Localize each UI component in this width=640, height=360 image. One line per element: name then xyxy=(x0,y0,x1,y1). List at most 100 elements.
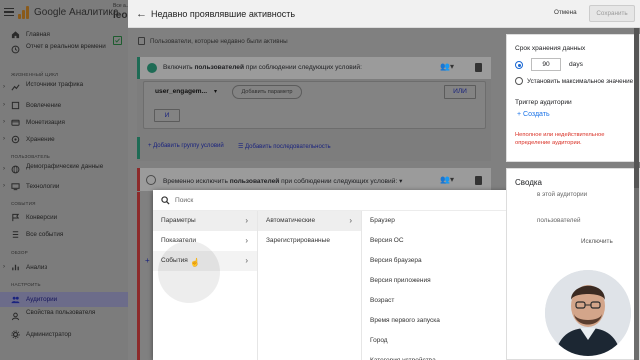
retention-max-label[interactable]: Установить максимальное значение xyxy=(527,78,633,85)
sidebar-item-all-events[interactable]: Все события xyxy=(0,230,128,240)
sidebar-item-label: Аудитории xyxy=(26,296,58,303)
sidebar-item-label: Свойства пользователя xyxy=(26,309,96,316)
include-bold: пользователей xyxy=(194,64,245,71)
sidebar-item-conversions[interactable]: Конверсии xyxy=(0,213,128,223)
sidebar-item-label: Хранение xyxy=(26,136,55,143)
retention-max-radio[interactable] xyxy=(515,77,523,85)
clock-icon xyxy=(11,45,20,54)
summary-line-3: Исключить xyxy=(581,238,613,245)
audience-settings-panel: Срок хранения данных 90 days Установить … xyxy=(506,34,640,162)
menu-item-label: Параметры xyxy=(161,217,196,224)
events-icon xyxy=(11,230,20,239)
sidebar-item-user-properties[interactable]: Свойства пользователя xyxy=(0,309,128,325)
chevron-right-icon: › xyxy=(3,119,5,125)
audience-description: Пользователи, которые недавно были актив… xyxy=(137,34,501,50)
chevron-down-icon[interactable]: ▾ xyxy=(399,178,402,185)
menu-icon[interactable] xyxy=(4,8,14,16)
search-icon xyxy=(161,196,170,205)
tech-icon xyxy=(11,182,20,191)
add-icon[interactable]: + xyxy=(145,256,150,265)
menu-column-types: Автоматические › Зарегистрированные xyxy=(258,211,362,360)
menu-item-registered[interactable]: Зарегистрированные xyxy=(258,231,361,251)
home-icon xyxy=(11,30,20,39)
delete-icon[interactable] xyxy=(475,63,482,72)
search-input[interactable]: Поиск xyxy=(175,197,193,204)
account-name[interactable]: leo xyxy=(113,10,127,21)
and-button[interactable]: И xyxy=(154,109,180,122)
menu-item-label: Возраст xyxy=(370,297,395,304)
retention-days-radio[interactable] xyxy=(515,61,523,69)
back-arrow-icon[interactable]: ← xyxy=(136,8,147,20)
cursor-hand-icon: ☝ xyxy=(190,258,200,267)
section-lifecycle: ЖИЗНЕННЫЙ ЦИКЛ xyxy=(11,72,59,77)
click-ripple xyxy=(158,241,220,303)
check-icon[interactable] xyxy=(113,36,122,45)
add-sequence-label: Добавить последовательность xyxy=(245,144,331,150)
sidebar-item-label: Демографические данные xyxy=(26,163,104,170)
sidebar-item-label: Конверсии xyxy=(26,214,58,221)
sidebar-item-engagement[interactable]: › Вовлечение xyxy=(0,101,128,111)
retention-label: Срок хранения данных xyxy=(515,45,586,52)
menu-item-label: Автоматические xyxy=(266,217,316,224)
event-chip[interactable]: user_engagem... xyxy=(155,88,207,95)
scrollbar-thumb[interactable] xyxy=(634,28,639,188)
exclude-condition-card: Временно исключить пользователей при соб… xyxy=(137,168,491,191)
sidebar-item-tech[interactable]: › Технологии xyxy=(0,182,128,192)
retention-icon xyxy=(11,135,20,144)
or-button[interactable]: ИЛИ xyxy=(444,85,476,99)
exclude-bar xyxy=(137,192,140,360)
exclude-condition-text: Временно исключить пользователей при соб… xyxy=(163,177,402,185)
save-button[interactable]: Сохранить xyxy=(589,5,635,22)
sidebar-item-acquisition[interactable]: › Источники трафика xyxy=(0,81,128,97)
page-scrollbar[interactable] xyxy=(634,28,639,360)
create-trigger-label: Создать xyxy=(523,111,550,118)
menu-item-label: Категория устройства xyxy=(370,351,436,360)
document-icon xyxy=(138,37,145,45)
menu-item-label: Зарегистрированные xyxy=(266,237,330,244)
sidebar-item-retention[interactable]: › Хранение xyxy=(0,135,128,145)
audience-description-text[interactable]: Пользователи, которые недавно были актив… xyxy=(150,38,288,45)
delete-icon[interactable] xyxy=(475,176,482,185)
chevron-right-icon: › xyxy=(245,216,248,225)
include-condition-card: Включить пользователей при соблюдении сл… xyxy=(137,57,491,161)
chevron-right-icon: › xyxy=(3,84,5,90)
exclude-status-icon xyxy=(146,175,156,185)
menu-search-bar[interactable]: Поиск × xyxy=(153,190,551,211)
menu-item-label: Версия браузера xyxy=(370,257,422,264)
exclude-bold: пользователей xyxy=(229,178,280,185)
people-icon[interactable]: 👥▾ xyxy=(440,62,454,71)
add-group-button[interactable]: + Добавить группу условий xyxy=(148,143,224,149)
sidebar-item-audiences[interactable]: Аудитории xyxy=(0,292,128,307)
sidebar-item-label: Анализ xyxy=(26,264,48,271)
menu-column-categories: Параметры › Показатели › События › ☝ xyxy=(153,211,258,360)
sidebar-item-label: Монетизация xyxy=(26,119,65,126)
sidebar-item-monetization[interactable]: › Монетизация xyxy=(0,118,128,128)
flag-icon xyxy=(11,213,20,222)
summary-title: Сводка xyxy=(515,178,543,187)
presenter-image xyxy=(545,270,631,356)
sidebar-item-realtime[interactable]: Отчет в реальном времени xyxy=(0,43,128,67)
analysis-icon xyxy=(11,263,20,272)
retention-days-input[interactable]: 90 xyxy=(531,58,561,71)
menu-item-parameters[interactable]: Параметры › xyxy=(153,211,257,231)
create-trigger-button[interactable]: + Создать xyxy=(517,111,550,118)
sidebar-item-analysis[interactable]: › Анализ xyxy=(0,263,128,273)
sidebar-item-admin[interactable]: Администратор xyxy=(0,330,128,340)
sidebar-item-home[interactable]: Главная xyxy=(0,30,128,40)
people-icon[interactable]: 👥▾ xyxy=(440,175,454,184)
sidebar-item-demographics[interactable]: › Демографические данные xyxy=(0,163,128,179)
sidebar-item-label: Администратор xyxy=(26,331,72,338)
summary-line-1: в этой аудитории xyxy=(537,191,588,198)
chevron-right-icon: › xyxy=(3,136,5,142)
chevron-down-icon[interactable]: ▾ xyxy=(214,88,217,95)
add-sequence-button[interactable]: ☰ Добавить последовательность xyxy=(238,143,331,150)
section-events: СОБЫТИЯ xyxy=(11,201,36,206)
cancel-button[interactable]: Отмена xyxy=(554,9,577,16)
menu-item-automatic[interactable]: Автоматические › xyxy=(258,211,361,231)
menu-item-label: Город xyxy=(370,337,388,344)
sidebar-item-label: Источники трафика xyxy=(26,81,84,88)
section-configure: НАСТРОИТЬ xyxy=(11,282,41,287)
add-parameter-button[interactable]: Добавить параметр xyxy=(232,85,302,99)
include-prefix: Включить xyxy=(163,64,193,71)
chevron-right-icon: › xyxy=(3,183,5,189)
